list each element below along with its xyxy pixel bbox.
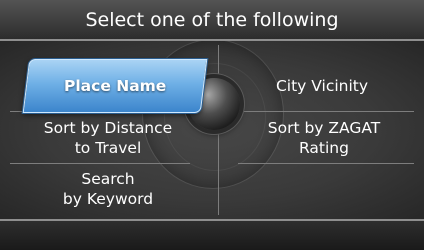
option-sort-by-distance-line1: Sort by Distance xyxy=(43,119,173,137)
option-search-by-keyword[interactable]: Search by Keyword xyxy=(40,166,176,212)
option-sort-by-distance-line2: to Travel xyxy=(74,139,142,157)
column-divider xyxy=(218,45,219,215)
option-sort-by-zagat-line2: Rating xyxy=(299,139,349,157)
option-search-line1: Search xyxy=(81,170,135,188)
option-sort-by-zagat-line1: Sort by ZAGAT xyxy=(267,119,381,137)
page-title: Select one of the following xyxy=(85,9,339,31)
option-place-name[interactable]: Place Name xyxy=(22,59,208,113)
nav-screen: Select one of the following Place Name C… xyxy=(0,0,424,250)
option-search-line2: by Keyword xyxy=(62,190,154,208)
footer-bar xyxy=(0,221,424,250)
row-divider-right-2 xyxy=(238,163,414,164)
row-divider-left-2 xyxy=(10,163,190,164)
row-divider-right-1 xyxy=(244,111,414,112)
option-place-name-label: Place Name xyxy=(63,77,167,95)
option-sort-by-zagat[interactable]: Sort by ZAGAT Rating xyxy=(244,116,404,160)
option-city-vicinity[interactable]: City Vicinity xyxy=(232,66,412,106)
option-sort-by-distance[interactable]: Sort by Distance to Travel xyxy=(40,116,176,160)
option-city-vicinity-label: City Vicinity xyxy=(275,77,369,95)
title-bar: Select one of the following xyxy=(0,0,424,40)
